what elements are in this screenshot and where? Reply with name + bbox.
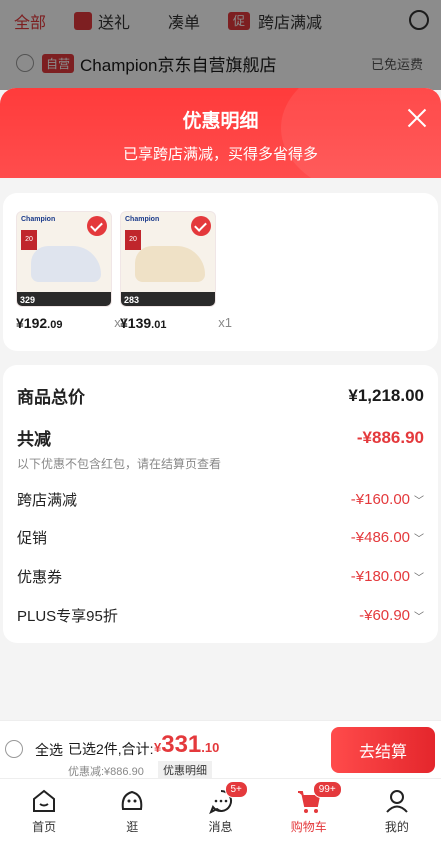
bottom-tab-bar: 首页 逛 消息 5+ 购物车 99+ 我的 [0,778,441,846]
promo-badge: 20 [21,230,37,250]
chevron-down-icon: ﹀ [414,612,424,623]
chevron-down-icon: ﹀ [414,573,424,584]
checkout-total: ¥331.10 [154,731,220,758]
discount-item-cross-store[interactable]: 跨店满减 -¥160.00 ﹀ [17,489,424,510]
tab-cart[interactable]: 购物车 99+ [265,779,353,846]
product-price: ¥192.09 [16,315,63,331]
tab-profile[interactable]: 我的 [353,779,441,846]
dim-overlay[interactable] [0,0,441,90]
shoe-image [31,246,101,282]
product-price: ¥139.01 [120,315,167,331]
discount-item-plus[interactable]: PLUS专享95折 -¥60.90 ﹀ [17,605,424,626]
product-image: Champion 20 329 [16,211,112,307]
sheet-subtitle: 已享跨店满减，买得多省得多 [122,146,318,163]
chevron-down-icon: ﹀ [414,496,424,507]
chevron-down-icon: ﹀ [414,534,424,545]
discount-item-coupon[interactable]: 优惠券 -¥180.00 ﹀ [17,566,424,587]
products-card: Champion 20 329 ¥192.09 x1 Champion 20 2… [3,193,438,351]
strip-price: 329 [20,295,36,305]
total-discount-value: -¥886.90 [356,427,424,447]
select-all-radio[interactable] [5,740,23,758]
summary-card: 商品总价 ¥1,218.00 共减 -¥886.90 以下优惠不包含红包，请在结… [3,365,438,643]
background-page: 全部 送礼 凑单 促 跨店满减 自营 Champion京东自营旗舰店 已免运费 [0,0,441,90]
total-price-value: ¥1,218.00 [348,385,424,405]
shoe-image [135,246,205,282]
home-icon [33,789,56,812]
checkout-bar: 全选 已选2件,合计: ¥331.10 优惠减:¥886.90 优惠明细 去结算 [0,720,441,779]
cart-badge: 99+ [312,781,342,798]
discount-detail-tag[interactable]: 优惠明细 [158,761,212,779]
discount-note: 以下优惠不包含红包，请在结算页查看 [17,457,222,471]
discount-item-promotion[interactable]: 促销 -¥486.00 ﹀ [17,527,424,548]
total-discount-label: 共减 [17,430,51,449]
selected-count: 已选2件,合计: [68,741,154,757]
total-price-label: 商品总价 [17,388,85,407]
face-icon [122,790,143,810]
close-icon[interactable] [405,106,429,130]
product-item[interactable]: Champion 20 283 ¥139.01 x1 [120,211,232,331]
checkmark-icon [87,216,107,236]
strip-price: 283 [124,295,140,305]
checkout-button[interactable]: 去结算 [331,727,435,773]
total-discount-row: 共减 -¥886.90 [17,425,424,450]
sheet-title: 优惠明细 [182,111,259,132]
tab-messages[interactable]: 消息 5+ [176,779,264,846]
message-badge: 5+ [224,781,248,798]
tab-browse[interactable]: 逛 [88,779,176,846]
brand-logo: Champion [21,216,56,223]
discount-summary: 优惠减:¥886.90 [68,766,144,778]
tab-home[interactable]: 首页 [0,779,88,846]
checkmark-icon [191,216,211,236]
product-qty: x1 [218,315,232,330]
promo-badge: 20 [125,230,141,250]
user-icon [386,790,408,813]
discount-detail-sheet: 优惠明细 已享跨店满减，买得多省得多 Champion 20 329 ¥192.… [0,88,441,720]
select-all-label[interactable]: 全选 [35,740,63,760]
product-image: Champion 20 283 [120,211,216,307]
brand-logo: Champion [125,216,160,223]
total-price-row: 商品总价 ¥1,218.00 [17,383,424,408]
product-item[interactable]: Champion 20 329 ¥192.09 x1 [16,211,128,331]
sheet-header: 优惠明细 已享跨店满减，买得多省得多 [0,88,441,198]
